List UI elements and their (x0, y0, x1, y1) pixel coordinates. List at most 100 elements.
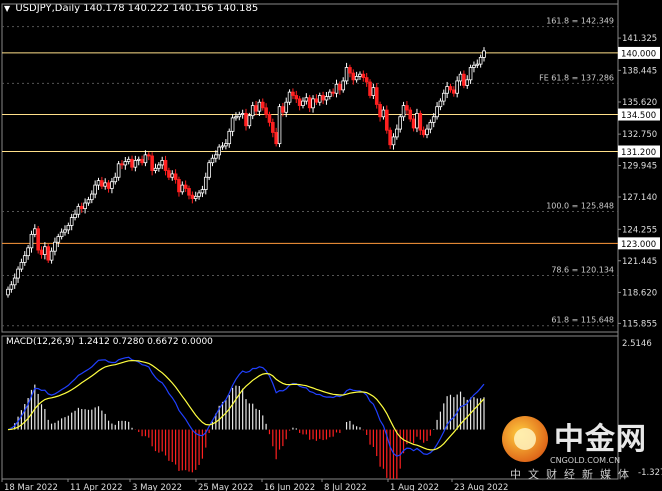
time-tick-label: 25 May 2022 (198, 483, 253, 491)
candle-body (384, 109, 389, 131)
candle-body (338, 83, 342, 91)
candle-body (76, 205, 81, 215)
candle-body (465, 79, 470, 86)
candle-body (455, 80, 459, 94)
candle-body (187, 188, 191, 196)
candle-body (304, 97, 309, 102)
candle-body (93, 184, 97, 195)
level-price-label: 140.000 (621, 49, 656, 59)
candle-body (328, 91, 332, 98)
candle-body (9, 284, 14, 290)
candle-body (398, 116, 402, 130)
candle-body (441, 92, 446, 102)
candle-body (150, 155, 154, 171)
candle-body (190, 194, 195, 199)
price-tick-label: 127.140 (622, 193, 657, 203)
candle-body (6, 288, 10, 296)
time-tick-label: 3 May 2022 (132, 483, 182, 491)
candle-body (277, 106, 282, 145)
candle-body (214, 154, 218, 159)
candle-body (415, 113, 419, 129)
candle-body (203, 176, 208, 190)
time-tick-label: 11 Apr 2022 (70, 483, 123, 491)
candle-body (96, 180, 101, 186)
candle-body (472, 64, 476, 68)
price-tick-label: 115.855 (622, 319, 657, 329)
candle-body (401, 105, 406, 118)
candle-body (482, 50, 486, 58)
candle-body (133, 160, 138, 168)
candle-body (468, 67, 473, 81)
candle-body (264, 107, 268, 115)
time-tick-label: 23 Aug 2022 (454, 483, 508, 491)
candle-body (240, 113, 245, 115)
candle-body (140, 158, 144, 164)
candle-body (12, 277, 17, 286)
watermark-url: CNGOLD.COM.CN (550, 456, 621, 465)
candle-body (344, 67, 349, 82)
candle-body (234, 116, 238, 119)
level-price-label: 123.000 (621, 240, 656, 250)
candle-body (324, 96, 329, 101)
candle-body (314, 98, 319, 103)
candle-body (358, 73, 362, 77)
level-label: 161.8 = 142.349 (546, 17, 614, 26)
price-tick-label: 124.255 (622, 225, 657, 235)
candle-body (183, 184, 188, 189)
candle-body (160, 160, 164, 166)
candle-body (46, 246, 51, 261)
candle-body (425, 128, 429, 136)
candle-body (317, 95, 322, 103)
candle-body (445, 86, 449, 94)
macd-scale-top: 2.5146 (622, 339, 652, 349)
candle-body (116, 163, 121, 178)
candle-body (475, 63, 480, 66)
candle-body (130, 158, 134, 168)
candle-body (341, 80, 346, 91)
candle-body (103, 182, 108, 187)
candle-body (244, 113, 248, 127)
candle-body (170, 173, 175, 178)
candle-body (448, 86, 453, 91)
candle-body (153, 167, 158, 171)
candle-body (200, 189, 205, 194)
candle-body (120, 163, 124, 166)
candle-body (291, 91, 295, 96)
candle-body (29, 233, 34, 249)
candle-body (49, 250, 54, 261)
candle-body (247, 115, 252, 127)
price-tick-label: 118.620 (622, 288, 657, 298)
candle-body (271, 121, 275, 133)
candle-body (395, 128, 399, 138)
candle-body (193, 195, 198, 199)
candle-body (39, 249, 44, 255)
candle-body (113, 176, 118, 183)
candle-body (254, 105, 258, 112)
candle-body (197, 192, 201, 197)
candle-body (36, 228, 40, 251)
price-tick-label: 121.445 (622, 257, 657, 267)
price-tick-label: 135.620 (622, 98, 657, 108)
candle-body (294, 95, 299, 100)
candle-body (297, 98, 302, 106)
price-tick-label: 138.445 (622, 66, 657, 76)
candle-body (136, 158, 141, 161)
price-tick-label: 129.945 (622, 162, 657, 172)
macd-values: 1.2412 0.7280 0.6672 0.0000 (78, 337, 213, 347)
candle-body (391, 136, 396, 146)
candle-body (220, 145, 225, 148)
candle-body (59, 231, 64, 238)
candle-body (354, 76, 359, 81)
candle-body (431, 116, 436, 123)
candle-body (126, 158, 131, 162)
macd-name: MACD(12,26,9) (6, 337, 75, 347)
candle-body (438, 100, 443, 108)
level-label: 78.6 = 120.134 (551, 265, 614, 274)
candle-body (69, 217, 74, 226)
candle-body (458, 73, 463, 82)
candle-body (33, 228, 37, 235)
candle-body (146, 154, 151, 157)
candle-body (237, 114, 242, 118)
candle-body (371, 87, 376, 96)
candle-body (16, 268, 20, 279)
